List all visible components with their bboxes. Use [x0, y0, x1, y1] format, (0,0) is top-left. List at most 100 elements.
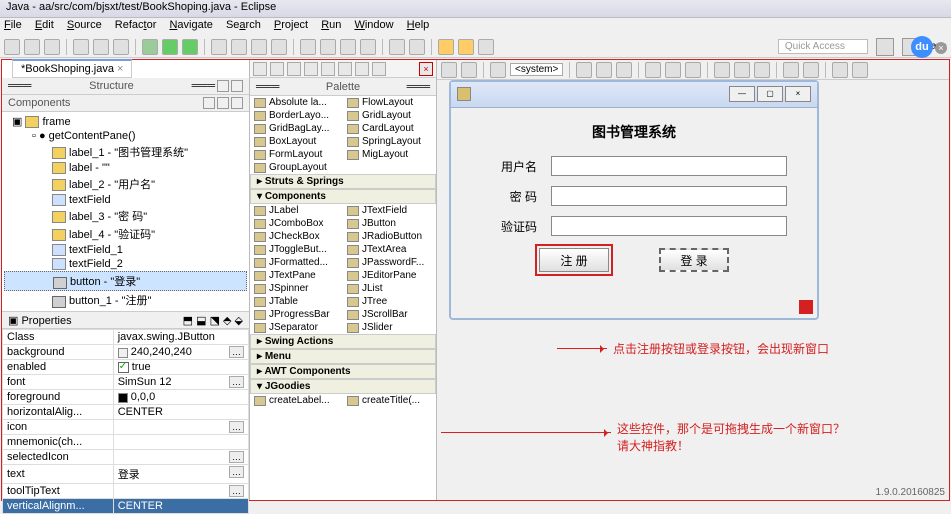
palette-section-struts[interactable]: ▸ Struts & Springs [250, 174, 436, 189]
palette-item[interactable]: JSeparator [250, 321, 343, 334]
hdr-icon[interactable] [231, 97, 243, 109]
minimize-icon[interactable]: — [729, 86, 755, 102]
palette-item[interactable]: JTextPane [250, 269, 343, 282]
login-button[interactable]: 登 录 [659, 248, 729, 272]
menu-project[interactable]: Project [274, 19, 308, 31]
menu-search[interactable]: Search [226, 19, 261, 31]
tb-icon[interactable] [340, 39, 356, 55]
tb-icon[interactable] [270, 62, 284, 76]
palette-section-components[interactable]: ▾ Components [250, 189, 436, 204]
save-icon[interactable] [24, 39, 40, 55]
palette-section-jgoodies[interactable]: ▾ JGoodies [250, 379, 436, 394]
palette-item[interactable]: BoxLayout [250, 135, 343, 148]
back-icon[interactable] [438, 39, 454, 55]
palette-item[interactable]: FormLayout [250, 148, 343, 161]
maximize-icon[interactable]: ▢ [757, 86, 783, 102]
palette-item[interactable]: JCheckBox [250, 230, 343, 243]
close-tab-icon[interactable]: × [117, 63, 123, 75]
palette-item[interactable]: JTable [250, 295, 343, 308]
palette-item[interactable]: GroupLayout [250, 161, 343, 174]
password-input[interactable] [551, 186, 787, 206]
properties-table[interactable]: Classjavax.swing.JButtonbackground 240,2… [2, 329, 249, 514]
menu-navigate[interactable]: Navigate [169, 19, 212, 31]
tb-icon[interactable] [478, 39, 494, 55]
menu-file[interactable]: File [4, 19, 22, 31]
cv-icon[interactable] [783, 62, 799, 78]
system-combo[interactable]: <system> [510, 63, 563, 76]
tb-icon[interactable] [372, 62, 386, 76]
tb-icon[interactable] [271, 39, 287, 55]
palette-item[interactable]: JComboBox [250, 217, 343, 230]
palette-item[interactable]: GridBagLay... [250, 122, 343, 135]
tb-icon[interactable] [300, 39, 316, 55]
palette-item[interactable]: JPasswordF... [343, 256, 436, 269]
align-icon[interactable] [754, 62, 770, 78]
component-tree[interactable]: ▣ frame ▫ ● getContentPane() label_1 - "… [2, 112, 249, 311]
menu-run[interactable]: Run [321, 19, 341, 31]
cv-icon[interactable] [852, 62, 868, 78]
align-icon[interactable] [714, 62, 730, 78]
tb-icon[interactable] [389, 39, 405, 55]
debug-icon[interactable] [142, 39, 158, 55]
tb-icon[interactable] [93, 39, 109, 55]
menu-help[interactable]: Help [407, 19, 430, 31]
tb-icon[interactable] [73, 39, 89, 55]
align-icon[interactable] [685, 62, 701, 78]
palette-item[interactable]: JLabel [250, 204, 343, 217]
menu-window[interactable]: Window [354, 19, 393, 31]
palette-item[interactable]: MigLayout [343, 148, 436, 161]
palette-item[interactable]: JList [343, 282, 436, 295]
palette-section-swing[interactable]: ▸ Swing Actions [250, 334, 436, 349]
tb-icon[interactable] [320, 39, 336, 55]
palette-item[interactable]: Absolute la... [250, 96, 343, 109]
palette-item[interactable]: JSpinner [250, 282, 343, 295]
cv-icon[interactable] [832, 62, 848, 78]
tb-icon[interactable] [251, 39, 267, 55]
tb-icon[interactable] [321, 62, 335, 76]
palette-item[interactable]: SpringLayout [343, 135, 436, 148]
expand-icon[interactable] [217, 80, 229, 92]
form-preview[interactable]: — ▢ × 图书管理系统 用户名 密 码 验证码 [449, 80, 819, 320]
palette-item[interactable]: BorderLayo... [250, 109, 343, 122]
tb-icon[interactable] [253, 62, 267, 76]
tb-icon[interactable] [355, 62, 369, 76]
preview-titlebar[interactable]: — ▢ × [451, 82, 817, 108]
palette-layouts[interactable]: Absolute la...FlowLayoutBorderLayo...Gri… [250, 96, 436, 174]
saveall-icon[interactable] [44, 39, 60, 55]
align-icon[interactable] [665, 62, 681, 78]
palette-item[interactable]: FlowLayout [343, 96, 436, 109]
menu-source[interactable]: Source [67, 19, 102, 31]
open-perspective-icon[interactable] [876, 38, 894, 56]
resize-handle-icon[interactable] [799, 300, 813, 314]
palette-item[interactable]: CardLayout [343, 122, 436, 135]
palette-item[interactable]: JTextArea [343, 243, 436, 256]
captcha-input[interactable] [551, 216, 787, 236]
new-icon[interactable] [4, 39, 20, 55]
hdr-icon[interactable] [217, 97, 229, 109]
palette-section-menu[interactable]: ▸ Menu [250, 349, 436, 364]
align-icon[interactable] [645, 62, 661, 78]
palette-item[interactable]: JToggleBut... [250, 243, 343, 256]
tb-icon[interactable] [409, 39, 425, 55]
palette-item[interactable]: JProgressBar [250, 308, 343, 321]
palette-item[interactable]: GridLayout [343, 109, 436, 122]
palette-item[interactable]: JScrollBar [343, 308, 436, 321]
cv-icon[interactable] [596, 62, 612, 78]
menu-refactor[interactable]: Refactor [115, 19, 157, 31]
palette-section-awt[interactable]: ▸ AWT Components [250, 364, 436, 379]
palette-item[interactable]: JRadioButton [343, 230, 436, 243]
fwd-icon[interactable] [458, 39, 474, 55]
palette-item[interactable]: createTitle(... [343, 394, 436, 407]
hdr-icon[interactable] [203, 97, 215, 109]
tb-icon[interactable] [287, 62, 301, 76]
close-icon[interactable]: × [785, 86, 811, 102]
tb-icon[interactable] [231, 39, 247, 55]
cv-icon[interactable] [461, 62, 477, 78]
align-icon[interactable] [734, 62, 750, 78]
tb-icon[interactable] [113, 39, 129, 55]
baidu-close-icon[interactable]: × [935, 42, 947, 54]
register-button[interactable]: 注 册 [539, 248, 609, 272]
user-input[interactable] [551, 156, 787, 176]
tb-icon[interactable] [211, 39, 227, 55]
quick-access-input[interactable]: Quick Access [778, 39, 868, 54]
